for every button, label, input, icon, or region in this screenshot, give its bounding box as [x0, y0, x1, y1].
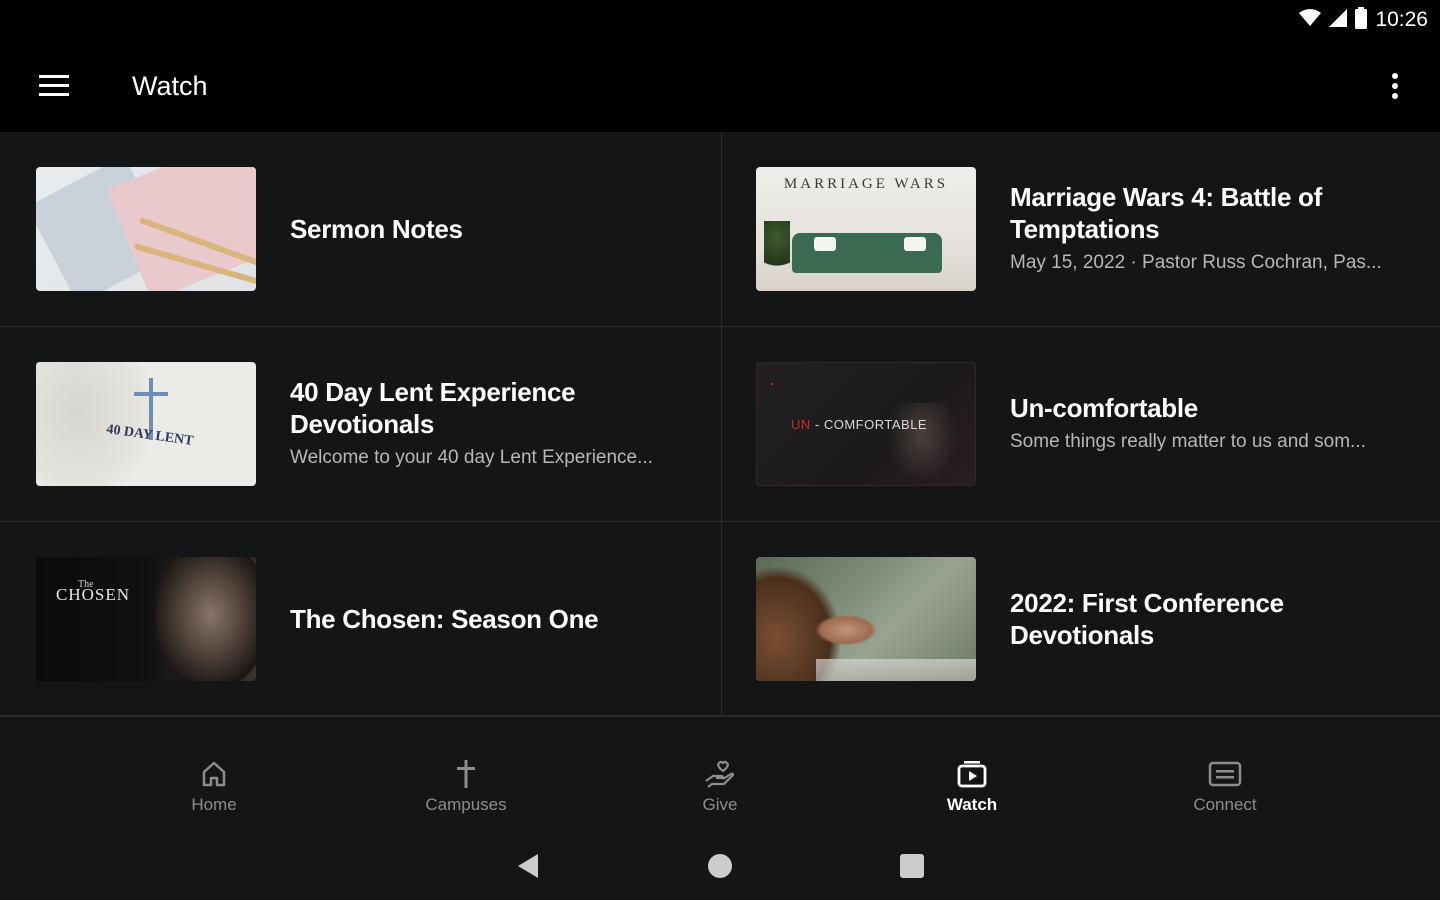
battery-icon	[1355, 6, 1368, 34]
home-icon	[196, 757, 232, 791]
page-title: Watch	[132, 71, 208, 101]
recents-square-icon[interactable]	[892, 850, 932, 882]
cross-icon	[448, 757, 484, 791]
back-icon[interactable]	[508, 850, 548, 882]
content-item-sermon-notes[interactable]: Sermon Notes	[0, 132, 720, 326]
more-options-icon[interactable]	[1370, 60, 1420, 112]
content-item-marriage-wars[interactable]: MARRIAGE WARS Marriage Wars 4: Battle of…	[720, 132, 1440, 326]
nav-label: Connect	[1193, 795, 1257, 814]
system-navigation-bar	[0, 832, 1440, 900]
content-item-lent-devotionals[interactable]: 40 DAY LENT 40 Day Lent Experience Devot…	[0, 327, 720, 521]
home-circle-icon[interactable]	[700, 850, 740, 882]
content-list: Sermon Notes MARRIAGE WARS Marriage Wars…	[0, 132, 1440, 716]
uncomfortable-thumbnail: UN - COMFORTABLE	[756, 362, 976, 486]
app-bar: Watch	[0, 40, 1440, 132]
the-chosen-thumbnail: The CHOSEN	[36, 557, 256, 681]
nav-item-watch[interactable]: Watch	[892, 757, 1052, 821]
nav-item-connect[interactable]: Connect	[1145, 757, 1305, 821]
nav-item-campuses[interactable]: Campuses	[386, 757, 546, 821]
nav-item-home[interactable]: Home	[134, 757, 294, 821]
item-subtitle: Welcome to your 40 day Lent Experience..…	[290, 447, 653, 468]
watch-play-icon	[954, 757, 990, 791]
first-conference-thumbnail	[756, 557, 976, 681]
item-subtitle: May 15, 2022 · Pastor Russ Cochran, Pas.…	[1010, 252, 1382, 273]
sermon-notes-thumbnail	[36, 167, 256, 291]
thumbnail-wordmark: CHOSEN	[56, 585, 131, 604]
item-subtitle: Some things really matter to us and som.…	[1010, 431, 1366, 452]
nav-item-give[interactable]: Give	[640, 757, 800, 821]
content-grid: Sermon Notes MARRIAGE WARS Marriage Wars…	[0, 132, 1440, 716]
item-title: Sermon Notes	[290, 214, 463, 244]
marriage-wars-thumbnail: MARRIAGE WARS	[756, 167, 976, 291]
lent-thumbnail: 40 DAY LENT	[36, 362, 256, 486]
status-icons: 10:26	[1299, 6, 1428, 34]
item-title: 2022: First Conference Devotionals	[1010, 588, 1284, 650]
item-title: The Chosen: Season One	[290, 604, 599, 634]
item-title: 40 Day Lent Experience Devotionals	[290, 377, 576, 439]
nav-label: Campuses	[425, 795, 507, 814]
bottom-navigation: Home Campuses Give Watch Connect	[0, 716, 1440, 832]
content-item-uncomfortable[interactable]: UN - COMFORTABLE Un-comfortable Some thi…	[720, 327, 1440, 521]
thumbnail-wordmark: MARRIAGE WARS	[783, 176, 949, 192]
signal-icon	[1329, 8, 1348, 32]
content-item-the-chosen[interactable]: The CHOSEN The Chosen: Season One	[0, 522, 720, 716]
thumbnail-wordmark: UN - COMFORTABLE	[791, 417, 928, 432]
item-title: Marriage Wars 4: Battle of Temptations	[1010, 182, 1322, 244]
give-hand-heart-icon	[702, 757, 738, 791]
wifi-icon	[1299, 8, 1322, 32]
nav-label: Watch	[946, 795, 998, 814]
status-time: 10:26	[1375, 8, 1428, 31]
content-item-first-conference[interactable]: 2022: First Conference Devotionals	[720, 522, 1440, 716]
hamburger-menu-icon[interactable]	[24, 58, 84, 114]
nav-label: Home	[191, 795, 237, 814]
nav-label: Give	[702, 795, 738, 814]
item-title: Un-comfortable	[1010, 393, 1198, 423]
status-bar: 10:26	[0, 0, 1440, 40]
connect-card-icon	[1207, 757, 1243, 791]
